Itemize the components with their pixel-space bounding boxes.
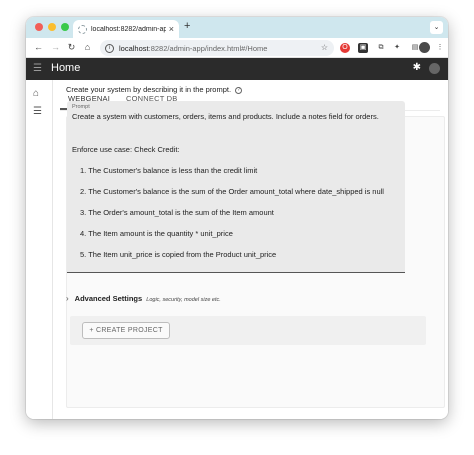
prompt-heading: Create your system by describing it in t…	[66, 85, 243, 94]
url-text: localhost:8282/admin-app/index.html#/Hom…	[119, 44, 267, 53]
forward-icon[interactable]: →	[50, 42, 61, 52]
home-icon[interactable]: ⌂	[33, 88, 39, 99]
prompt-line: Create a system with customers, orders, …	[72, 112, 379, 121]
new-tab-button[interactable]: +	[184, 20, 190, 32]
profile-avatar-icon[interactable]	[419, 42, 430, 53]
tab-search-button[interactable]: ⌄	[430, 21, 443, 34]
bookmark-star-icon[interactable]: ☆	[321, 43, 328, 52]
prompt-label: Prompt	[72, 104, 90, 110]
reload-icon[interactable]: ↻	[66, 42, 77, 53]
extension-badge-icon[interactable]: ▣	[358, 43, 368, 53]
browser-tab[interactable]: localhost:8282/admin-app/i ×	[73, 20, 179, 38]
advanced-settings-subtitle: Logic, security, model size etc.	[146, 297, 221, 303]
app-sidebar: ⌂ ☰	[26, 80, 53, 419]
advanced-settings-toggle[interactable]: › Advanced Settings Logic, security, mode…	[66, 294, 221, 303]
browser-menu-icon[interactable]: ⋮	[435, 43, 445, 53]
browser-window: localhost:8282/admin-app/i × + ⌄ ← → ↻ ⌂…	[26, 17, 448, 419]
minimize-window-button[interactable]	[48, 23, 56, 31]
site-info-icon[interactable]: i	[105, 43, 114, 53]
back-icon[interactable]: ←	[33, 42, 44, 52]
tab-title: localhost:8282/admin-app/i	[91, 25, 166, 33]
help-icon[interactable]: ?	[235, 86, 243, 94]
opera-extension-icon[interactable]: O	[340, 43, 350, 53]
list-icon[interactable]: ☰	[33, 106, 42, 117]
address-bar[interactable]: i localhost:8282/admin-app/index.html#/H…	[100, 40, 334, 56]
cast-icon[interactable]: ⧉	[376, 43, 386, 53]
prompt-line: 2. The Customer's balance is the sum of …	[80, 187, 384, 196]
extensions-puzzle-icon[interactable]: ✦	[392, 43, 402, 53]
close-window-button[interactable]	[35, 23, 43, 31]
create-project-button[interactable]: + CREATE PROJECT	[82, 322, 170, 339]
app-title: Home	[51, 62, 81, 74]
hamburger-menu-icon[interactable]: ☰	[33, 63, 42, 74]
prompt-line: Enforce use case: Check Credit:	[72, 145, 180, 154]
home-browser-icon[interactable]: ⌂	[82, 42, 93, 52]
prompt-line: 3. The Order's amount_total is the sum o…	[80, 208, 274, 217]
url-host: localhost	[119, 43, 149, 53]
prompt-line: 4. The Item amount is the quantity * uni…	[80, 229, 233, 238]
tab-favicon-icon	[78, 24, 87, 34]
prompt-heading-text: Create your system by describing it in t…	[66, 85, 232, 94]
maximize-window-button[interactable]	[61, 23, 69, 31]
prompt-textarea[interactable]: Prompt Create a system with customers, o…	[67, 101, 405, 273]
prompt-line: 1. The Customer's balance is less than t…	[80, 166, 258, 175]
tab-close-icon[interactable]: ×	[169, 24, 174, 34]
browser-toolbar: ← → ↻ ⌂ i localhost:8282/admin-app/index…	[26, 38, 448, 58]
advanced-settings-title: Advanced Settings	[74, 294, 143, 303]
actions-bar: + CREATE PROJECT	[70, 316, 426, 345]
browser-tab-bar: localhost:8282/admin-app/i × + ⌄	[26, 17, 448, 38]
slack-icon[interactable]: ✱	[413, 62, 421, 73]
app-bar: ☰ Home ✱	[26, 58, 448, 80]
account-avatar-icon[interactable]	[429, 63, 440, 74]
chevron-right-icon: ›	[66, 294, 69, 303]
url-path: :8282/admin-app/index.html#/Home	[148, 43, 268, 53]
prompt-line: 5. The Item unit_price is copied from th…	[80, 250, 277, 259]
